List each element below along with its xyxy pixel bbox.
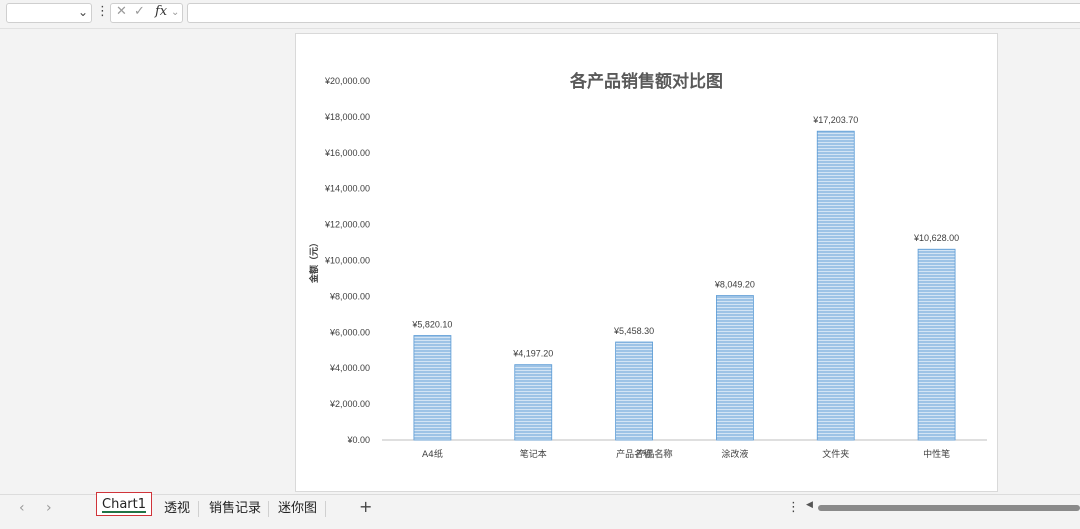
tab-sparkline[interactable]: 迷你图: [274, 498, 321, 520]
y-axis-title: 金额（元）: [308, 238, 320, 284]
y-tick-label: ¥20,000.00: [324, 76, 370, 86]
bar: [413, 335, 452, 441]
bar: [514, 364, 553, 441]
y-tick-label: ¥0.00: [346, 435, 370, 445]
cancel-icon[interactable]: ✕: [116, 4, 127, 19]
y-tick-label: ¥18,000.00: [324, 112, 370, 122]
tab-separator: [325, 501, 326, 517]
tab-next-icon[interactable]: ›: [46, 500, 52, 516]
tab-sales-records[interactable]: 销售记录: [205, 498, 265, 520]
add-sheet-button[interactable]: +: [359, 497, 372, 516]
confirm-icon[interactable]: ✓: [134, 4, 145, 19]
x-axis-title: 产品名称: [636, 448, 672, 460]
tab-pivot[interactable]: 透视: [160, 498, 194, 520]
insert-function-button[interactable]: fx: [155, 4, 167, 19]
x-tick-label: 涂改液: [721, 448, 748, 460]
scroll-left-icon[interactable]: ◀: [806, 500, 813, 510]
data-label: ¥17,203.70: [812, 115, 858, 125]
y-tick-label: ¥16,000.00: [324, 148, 370, 158]
bar: [917, 248, 956, 441]
y-tick-label: ¥10,000.00: [324, 256, 370, 266]
x-tick-label: 笔记本: [520, 448, 547, 460]
bar: [615, 341, 653, 441]
y-tick-label: ¥14,000.00: [324, 184, 370, 194]
tab-separator: [268, 501, 269, 517]
y-tick-label: ¥2,000.00: [329, 399, 370, 409]
y-tick-label: ¥8,000.00: [329, 291, 370, 301]
more-vertical-icon[interactable]: ⋮: [787, 500, 800, 515]
sheet-tab-bar: ‹ › Chart1 透视 销售记录 迷你图 + ⋮ ◀: [0, 492, 1080, 524]
name-box[interactable]: ⌄: [6, 3, 92, 23]
tab-chart1[interactable]: Chart1: [96, 492, 152, 516]
formula-bar: ⌄ ⋮ ✕ ✓ fx ⌄: [0, 0, 1080, 29]
data-label: ¥5,820.10: [411, 320, 452, 330]
chevron-down-icon[interactable]: ⌄: [171, 7, 179, 18]
bar: [816, 130, 855, 441]
status-bar: [0, 523, 1080, 529]
horizontal-scrollbar[interactable]: ◀: [806, 500, 1080, 513]
y-tick-label: ¥12,000.00: [324, 220, 370, 230]
tab-separator: [198, 501, 199, 517]
data-label: ¥10,628.00: [913, 233, 959, 243]
tab-prev-icon[interactable]: ‹: [19, 500, 25, 516]
bar: [716, 295, 754, 441]
data-label: ¥8,049.20: [714, 280, 755, 290]
formula-buttons: ✕ ✓ fx ⌄: [110, 3, 183, 23]
x-tick-label: 文件夹: [822, 448, 849, 460]
x-tick-label: A4纸: [422, 448, 443, 460]
chart-plot[interactable]: ¥0.00 ¥2,000.00 ¥4,000.00 ¥6,000.00 ¥8,000.0…: [296, 34, 997, 491]
data-label: ¥5,458.30: [613, 326, 654, 336]
y-tick-label: ¥4,000.00: [329, 363, 370, 373]
formula-input[interactable]: [187, 3, 1080, 23]
x-tick-label: 中性笔: [923, 448, 950, 460]
y-tick-label: ¥6,000.00: [329, 327, 370, 337]
chart-area[interactable]: 各产品销售额对比图 ¥0.00 ¥2,000.00 ¥4,000.00 ¥6,000.…: [295, 33, 998, 492]
data-label: ¥4,197.20: [512, 349, 553, 359]
scrollbar-thumb[interactable]: [818, 505, 1080, 511]
chevron-down-icon[interactable]: ⌄: [78, 5, 88, 19]
more-vertical-icon[interactable]: ⋮: [96, 4, 109, 19]
